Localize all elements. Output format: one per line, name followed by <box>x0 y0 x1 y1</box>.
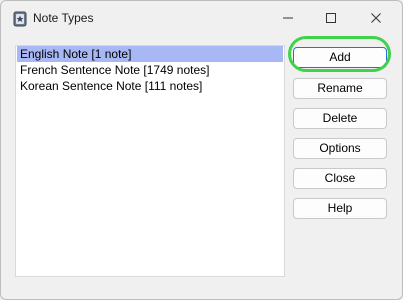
delete-button[interactable]: Delete <box>293 108 387 129</box>
minimize-button[interactable] <box>265 1 311 37</box>
add-button[interactable]: Add <box>293 47 387 68</box>
close-button[interactable]: Close <box>293 168 387 189</box>
list-item-label: Korean Sentence Note [111 notes] <box>20 79 203 93</box>
options-button[interactable]: Options <box>293 138 387 159</box>
list-item-english-note[interactable]: English Note [1 note] <box>17 46 283 62</box>
help-button[interactable]: Help <box>293 198 387 219</box>
close-window-button[interactable] <box>353 1 399 37</box>
window-title: Note Types <box>33 11 94 25</box>
note-types-window: Note Types English Note [1 note] French … <box>0 0 403 300</box>
list-item-french-sentence-note[interactable]: French Sentence Note [1749 notes] <box>17 62 283 78</box>
close-icon <box>370 12 382 27</box>
list-item-label: French Sentence Note [1749 notes] <box>20 63 210 77</box>
rename-button[interactable]: Rename <box>293 78 387 99</box>
list-item-label: English Note [1 note] <box>20 47 132 61</box>
maximize-button[interactable] <box>308 1 354 37</box>
anki-app-icon <box>13 11 27 27</box>
list-item-korean-sentence-note[interactable]: Korean Sentence Note [111 notes] <box>17 78 283 94</box>
maximize-icon <box>325 12 337 27</box>
minimize-icon <box>282 12 294 27</box>
note-types-list[interactable]: English Note [1 note] French Sentence No… <box>15 45 285 277</box>
title-bar[interactable]: Note Types <box>1 1 402 37</box>
